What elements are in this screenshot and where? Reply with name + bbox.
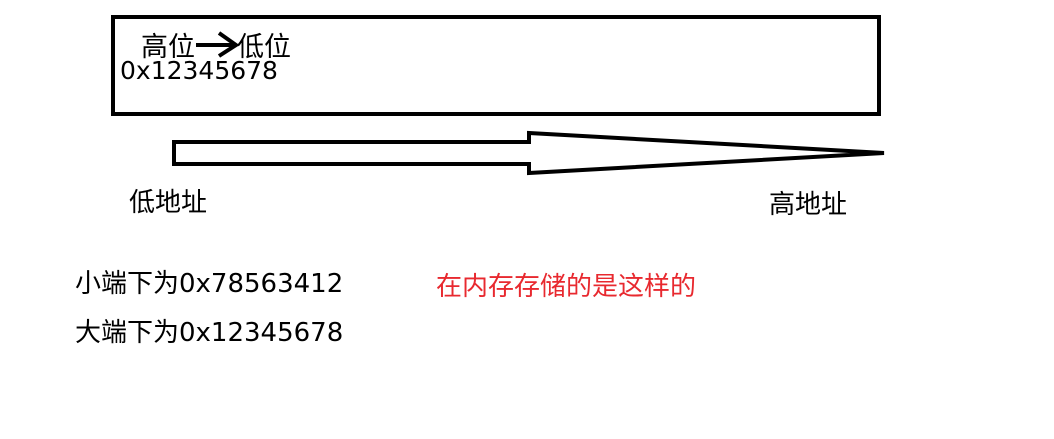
high-address-label: 高地址 — [769, 190, 848, 220]
memory-storage-note: 在内存存储的是这样的 — [436, 272, 697, 302]
big-endian-text: 大端下为0x12345678 — [75, 318, 344, 348]
long-right-arrow-icon — [172, 130, 885, 176]
stored-value: 0x12345678 — [120, 56, 278, 85]
little-endian-text: 小端下为0x78563412 — [75, 269, 344, 299]
diagram-canvas: 高位 低位 0x12345678 低地址 高地址 小端下为0x78563412 大… — [0, 0, 1054, 439]
low-address-label: 低地址 — [129, 188, 208, 218]
